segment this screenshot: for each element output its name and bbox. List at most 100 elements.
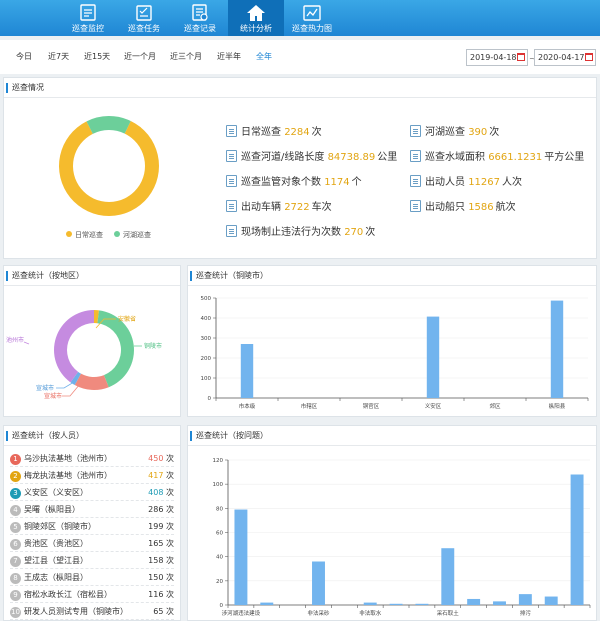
overview-panel: 巡查情况 日常巡查 河湖巡查 日常巡查 2284 次 河湖巡查 390 次 巡查河道…: [3, 77, 597, 259]
edit-icon: [226, 175, 237, 187]
stat-unit: 次: [489, 127, 500, 138]
bar[interactable]: [415, 603, 429, 605]
label-tongling: 铜陵市: [144, 342, 162, 350]
range-half-year[interactable]: 近半年: [217, 51, 241, 62]
person-name: 贵池区（贵池区）: [24, 539, 88, 548]
heatmap-icon: [303, 5, 321, 21]
stat-unit: 次: [311, 127, 322, 138]
person-row[interactable]: 8 王成志（枞阳县） 150 次: [10, 569, 174, 586]
bar[interactable]: [260, 602, 274, 605]
stat-label: 现场制止违法行为次数: [241, 227, 341, 238]
stat-value: 1586: [468, 202, 494, 213]
document-icon: [226, 125, 237, 137]
stat-objects: 巡查监管对象个数 1174 个: [226, 173, 362, 188]
stat-violations-stopped: 现场制止违法行为次数 270 次: [226, 223, 375, 238]
person-row[interactable]: 10 研发人员测试专用（铜陵市） 65 次: [10, 603, 174, 620]
bar[interactable]: [550, 300, 564, 398]
person-name: 王成志（枞阳县）: [24, 573, 88, 582]
stat-label: 巡查水域面积: [425, 152, 485, 163]
nav-item-record[interactable]: 巡查记录: [172, 0, 228, 36]
donut-slice-4[interactable]: [53, 310, 94, 383]
rank-badge: 9: [10, 590, 21, 601]
person-row[interactable]: 5 铜陵郊区（铜陵市） 199 次: [10, 518, 174, 535]
end-date-input[interactable]: 2020-04-17: [534, 49, 596, 66]
rank-badge: 3: [10, 488, 21, 499]
y-tick-label: 400: [201, 316, 212, 322]
y-tick-label: 40: [216, 555, 223, 561]
bar[interactable]: [240, 344, 254, 398]
donut-slice-1[interactable]: [86, 115, 131, 134]
legend-dot: [114, 231, 120, 237]
nav-item-heatmap[interactable]: 巡查热力图: [284, 0, 340, 36]
stat-value: 2722: [284, 202, 310, 213]
person-stats-panel: 巡查统计（按人员） 1 乌沙执法基地（池州市） 450 次 2 梅龙执法基地（池州市） 4…: [3, 425, 181, 621]
person-row[interactable]: 2 梅龙执法基地（池州市） 417 次: [10, 467, 174, 484]
person-row[interactable]: 9 宿松水政长江（宿松县） 116 次: [10, 586, 174, 603]
stat-value: 2284: [284, 127, 310, 138]
y-tick-label: 0: [208, 396, 212, 402]
top-nav: 巡查监控 巡查任务 巡查记录 统计分析 巡查热力图: [0, 0, 600, 36]
person-count: 65 次: [153, 607, 174, 616]
stat-label: 巡查监管对象个数: [241, 177, 321, 188]
x-tick-label: 采石取土: [437, 609, 460, 617]
range-today[interactable]: 今日: [16, 51, 32, 62]
stat-unit: 平方公里: [544, 152, 585, 163]
nav-label: 巡查记录: [184, 24, 216, 33]
donut-slice-0[interactable]: [59, 120, 159, 216]
range-15-days[interactable]: 近15天: [84, 51, 110, 62]
city-bar-chart: 0 100 200 300 400 500 市本级 市辖区 铜官区 义安区 郊区 枞阳县: [201, 296, 589, 410]
person-name: 乌沙执法基地（池州市）: [24, 454, 112, 463]
bar[interactable]: [441, 548, 455, 605]
y-tick-label: 100: [213, 482, 224, 488]
person-row[interactable]: 6 贵池区（贵池区） 165 次: [10, 535, 174, 552]
range-1-month[interactable]: 近一个月: [124, 51, 156, 62]
person-count: 199 次: [148, 522, 174, 531]
legend-label: 河湖巡查: [123, 231, 151, 239]
edit-icon: [410, 175, 421, 187]
stat-value: 6661.1231: [488, 152, 543, 163]
x-tick-label: 义安区: [425, 402, 442, 410]
stat-boats: 出动船只 1586 航次: [410, 198, 516, 213]
y-tick-label: 20: [216, 579, 223, 585]
person-row[interactable]: 3 义安区（义安区） 408 次: [10, 484, 174, 501]
nav-item-analysis[interactable]: 统计分析: [228, 0, 284, 36]
nav-item-task[interactable]: 巡查任务: [116, 0, 172, 36]
x-tick-label: 郊区: [489, 402, 501, 410]
start-date-input[interactable]: 2019-04-18: [466, 49, 528, 66]
nav-label: 巡查任务: [128, 24, 160, 33]
bar[interactable]: [518, 594, 532, 605]
stat-label: 巡查河道/线路长度: [241, 152, 325, 163]
bar[interactable]: [570, 474, 584, 606]
nav-label: 巡查监控: [72, 24, 104, 33]
range-3-months[interactable]: 近三个月: [170, 51, 202, 62]
panel-title: 巡查统计（按人员）: [4, 426, 180, 446]
range-full-year[interactable]: 全年: [256, 51, 272, 62]
person-count: 417 次: [148, 471, 174, 480]
person-row[interactable]: 4 吴曙（枞阳县） 286 次: [10, 501, 174, 518]
person-row[interactable]: 1 乌沙执法基地（池州市） 450 次: [10, 450, 174, 467]
rank-badge: 4: [10, 505, 21, 516]
city-stats-panel: 巡查统计（铜陵市） 0 100 200 300 400 500 市本级 市辖区 铜官区 义安区 郊区…: [187, 265, 597, 417]
stat-unit: 个: [351, 177, 362, 188]
bar[interactable]: [426, 316, 440, 398]
bar[interactable]: [493, 601, 506, 605]
y-tick-label: 0: [220, 603, 224, 609]
nav-item-monitor[interactable]: 巡查监控: [60, 0, 116, 36]
bar[interactable]: [467, 598, 481, 605]
person-count: 150 次: [148, 573, 174, 582]
bar[interactable]: [544, 596, 558, 605]
bar[interactable]: [234, 509, 248, 605]
label-xuancheng: 宣城市: [36, 384, 54, 392]
stat-value: 84738.89: [327, 152, 376, 163]
person-row[interactable]: 7 望江县（望江县） 158 次: [10, 552, 174, 569]
stat-personnel: 出动人员 11267 人次: [410, 173, 522, 188]
range-7-days[interactable]: 近7天: [48, 51, 69, 62]
stat-label: 日常巡查: [241, 127, 281, 138]
x-tick-label: 市辖区: [301, 402, 318, 410]
donut-slice-2[interactable]: [74, 373, 109, 390]
x-tick-label: 非法取水: [359, 609, 382, 617]
rank-badge: 10: [10, 607, 21, 618]
bar[interactable]: [389, 603, 403, 605]
bar[interactable]: [312, 561, 325, 606]
bar[interactable]: [363, 602, 377, 605]
